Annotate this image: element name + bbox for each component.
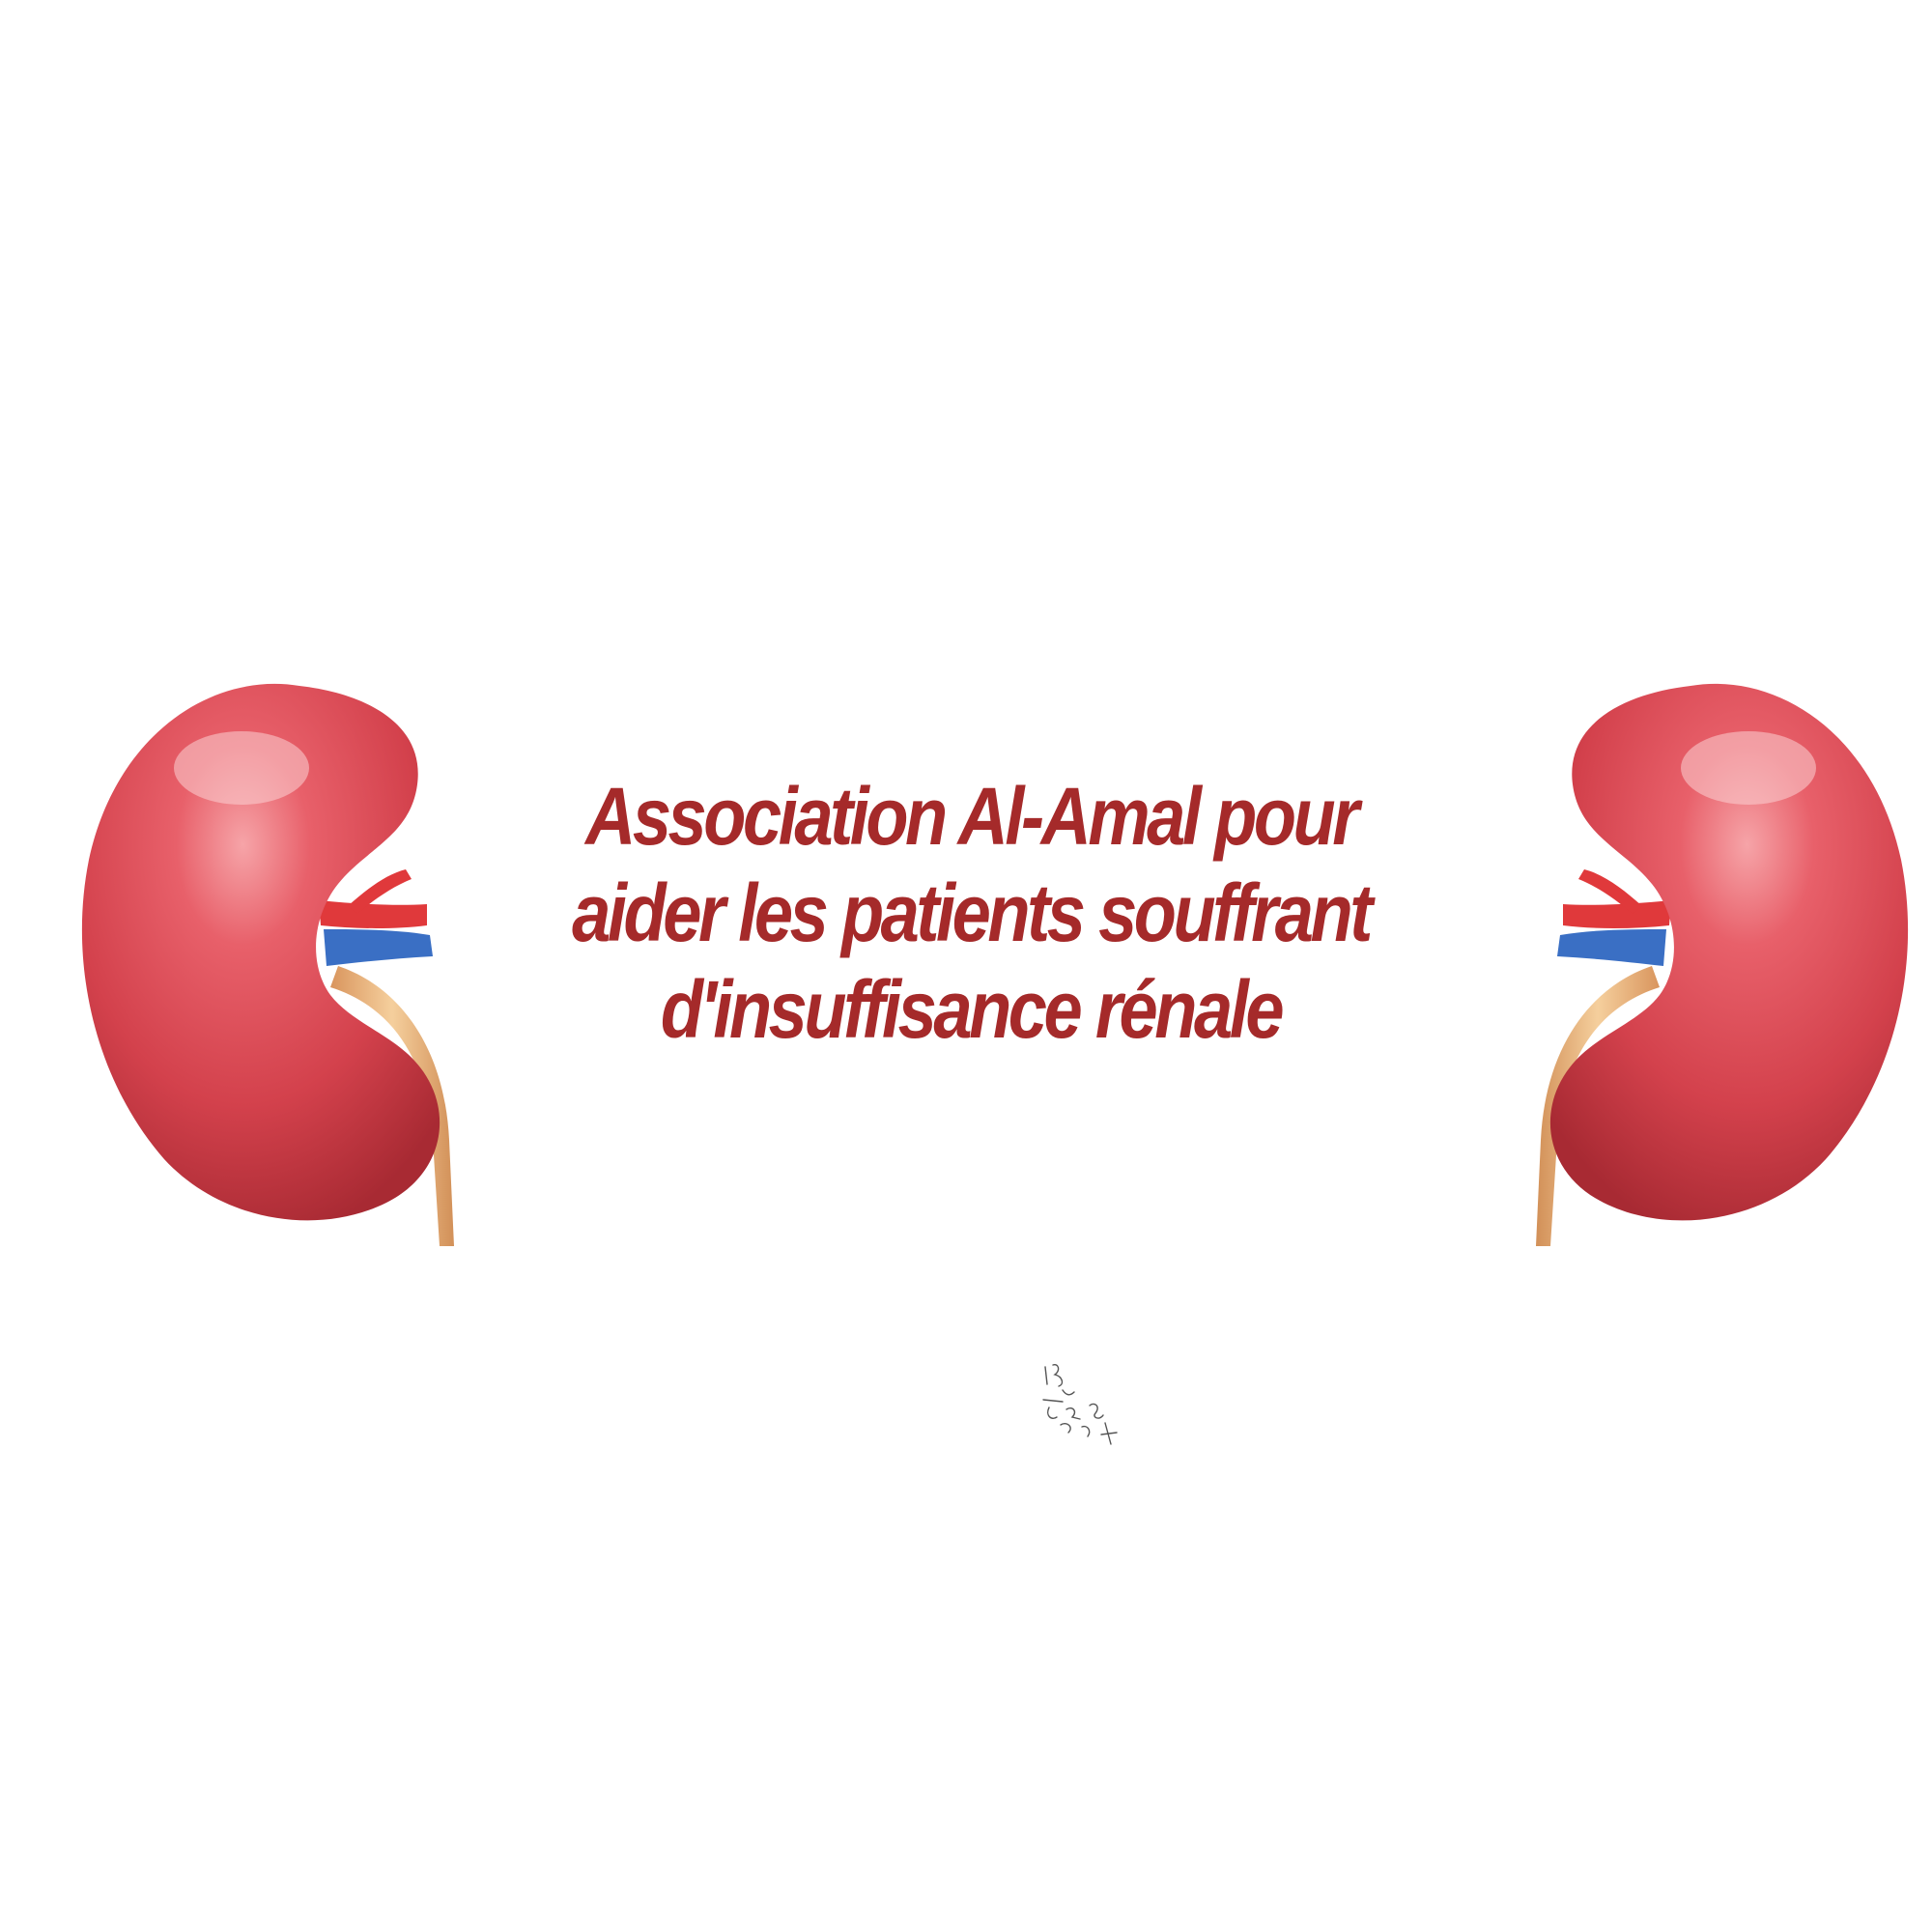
kidney-left-icon <box>81 683 454 1246</box>
scribble-signature-icon <box>1042 1363 1118 1445</box>
logo-canvas: Association Al-Amal pour aider les patie… <box>0 0 1932 1932</box>
kidney-right-icon <box>1536 683 1909 1246</box>
title-line-3: d'insuffisance rénale <box>660 964 1285 1055</box>
title-line-1: Association Al-Amal pour <box>585 771 1359 862</box>
title-line-2: aider les patients souffrant <box>572 867 1373 958</box>
association-title: Association Al-Amal pour aider les patie… <box>501 768 1440 1058</box>
